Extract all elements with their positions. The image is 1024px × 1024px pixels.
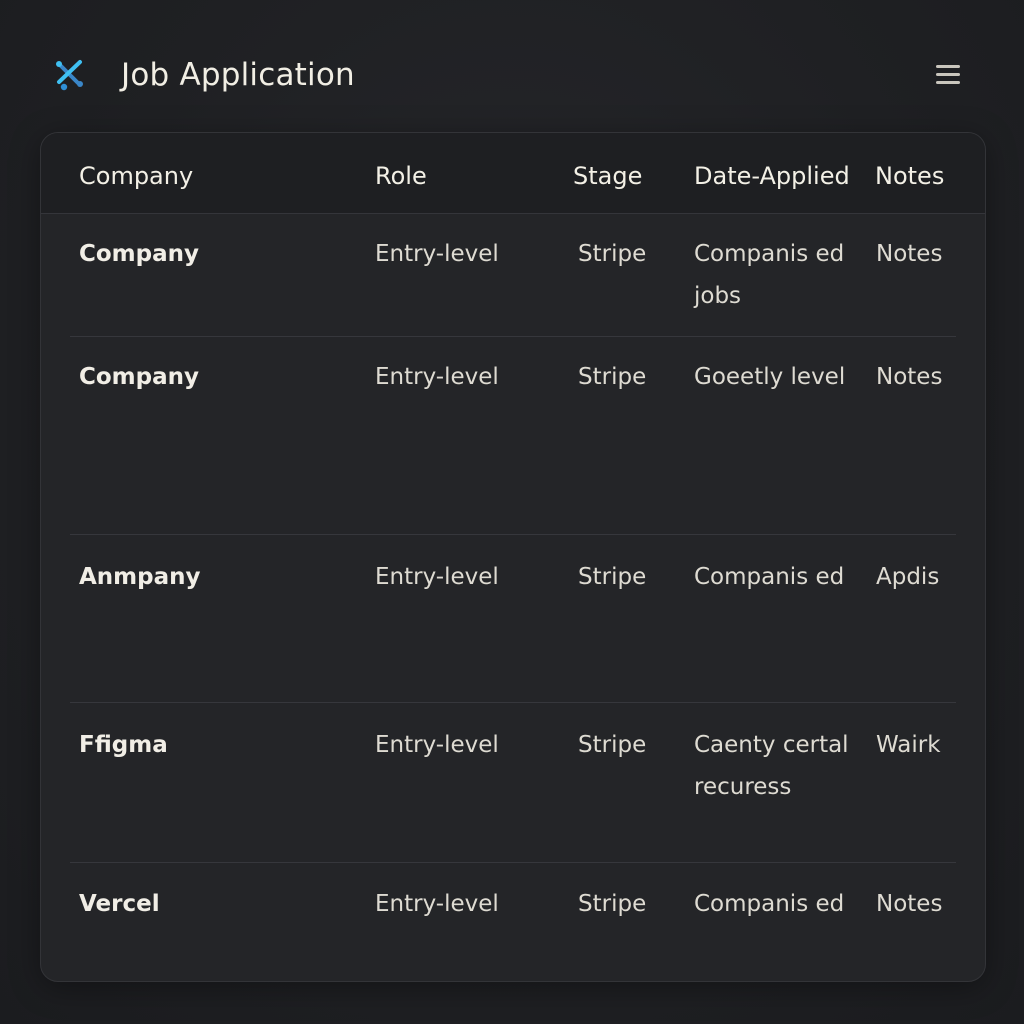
column-header-stage[interactable]: Stage: [573, 161, 642, 191]
date-applied-cell: Companis ed jobs: [694, 241, 845, 309]
column-header-role[interactable]: Role: [375, 161, 427, 191]
company-cell: Ffigma: [79, 732, 168, 758]
stage-cell: Stripe: [578, 364, 647, 390]
row-divider: [70, 534, 956, 535]
role-cell: Entry-level: [375, 241, 499, 267]
row-divider: [70, 702, 956, 703]
tools-logo-icon: [56, 60, 83, 91]
row-divider: [70, 862, 956, 863]
role-cell: Entry-level: [375, 732, 499, 758]
date-applied-cell: Companis ed: [694, 891, 845, 917]
hamburger-menu-icon[interactable]: [930, 60, 966, 90]
table-header-row: Company Role Stage Date-Applied Notes: [41, 133, 985, 214]
table-row[interactable]: Anmpany Entry-level Stripe Companis ed A…: [41, 556, 985, 702]
row-divider: [70, 336, 956, 337]
role-cell: Entry-level: [375, 564, 499, 590]
stage-cell: Stripe: [578, 241, 647, 267]
role-cell: Entry-level: [375, 364, 499, 390]
column-header-notes[interactable]: Notes: [875, 161, 944, 191]
company-cell: Anmpany: [79, 564, 201, 590]
column-header-date-applied[interactable]: Date-Applied: [694, 161, 850, 191]
notes-cell: Apdis: [876, 564, 940, 590]
table-row[interactable]: Company Entry-level Stripe Goeetly level…: [41, 356, 985, 534]
table-row[interactable]: Ffigma Entry-level Stripe Caenty certal …: [41, 724, 985, 862]
date-applied-cell: Companis ed: [694, 564, 845, 590]
notes-cell: Wairk: [876, 732, 941, 758]
column-header-company[interactable]: Company: [79, 161, 193, 191]
company-cell: Vercel: [79, 891, 160, 917]
date-applied-cell: Goeetly level: [694, 364, 846, 390]
page-title: Job Application: [121, 57, 355, 93]
notes-cell: Notes: [876, 241, 943, 267]
app-header: Job Application: [0, 0, 1024, 150]
table-row[interactable]: Company Entry-level Stripe Companis ed j…: [41, 233, 985, 335]
notes-cell: Notes: [876, 364, 943, 390]
applications-table-card: Company Role Stage Date-Applied Notes Co…: [40, 132, 986, 982]
role-cell: Entry-level: [375, 891, 499, 917]
date-applied-cell: Caenty certal recuress: [694, 732, 849, 800]
stage-cell: Stripe: [578, 564, 647, 590]
company-cell: Company: [79, 364, 199, 390]
notes-cell: Notes: [876, 891, 943, 917]
company-cell: Company: [79, 241, 199, 267]
stage-cell: Stripe: [578, 732, 647, 758]
stage-cell: Stripe: [578, 891, 647, 917]
table-row[interactable]: Vercel Entry-level Stripe Companis ed No…: [41, 883, 985, 963]
